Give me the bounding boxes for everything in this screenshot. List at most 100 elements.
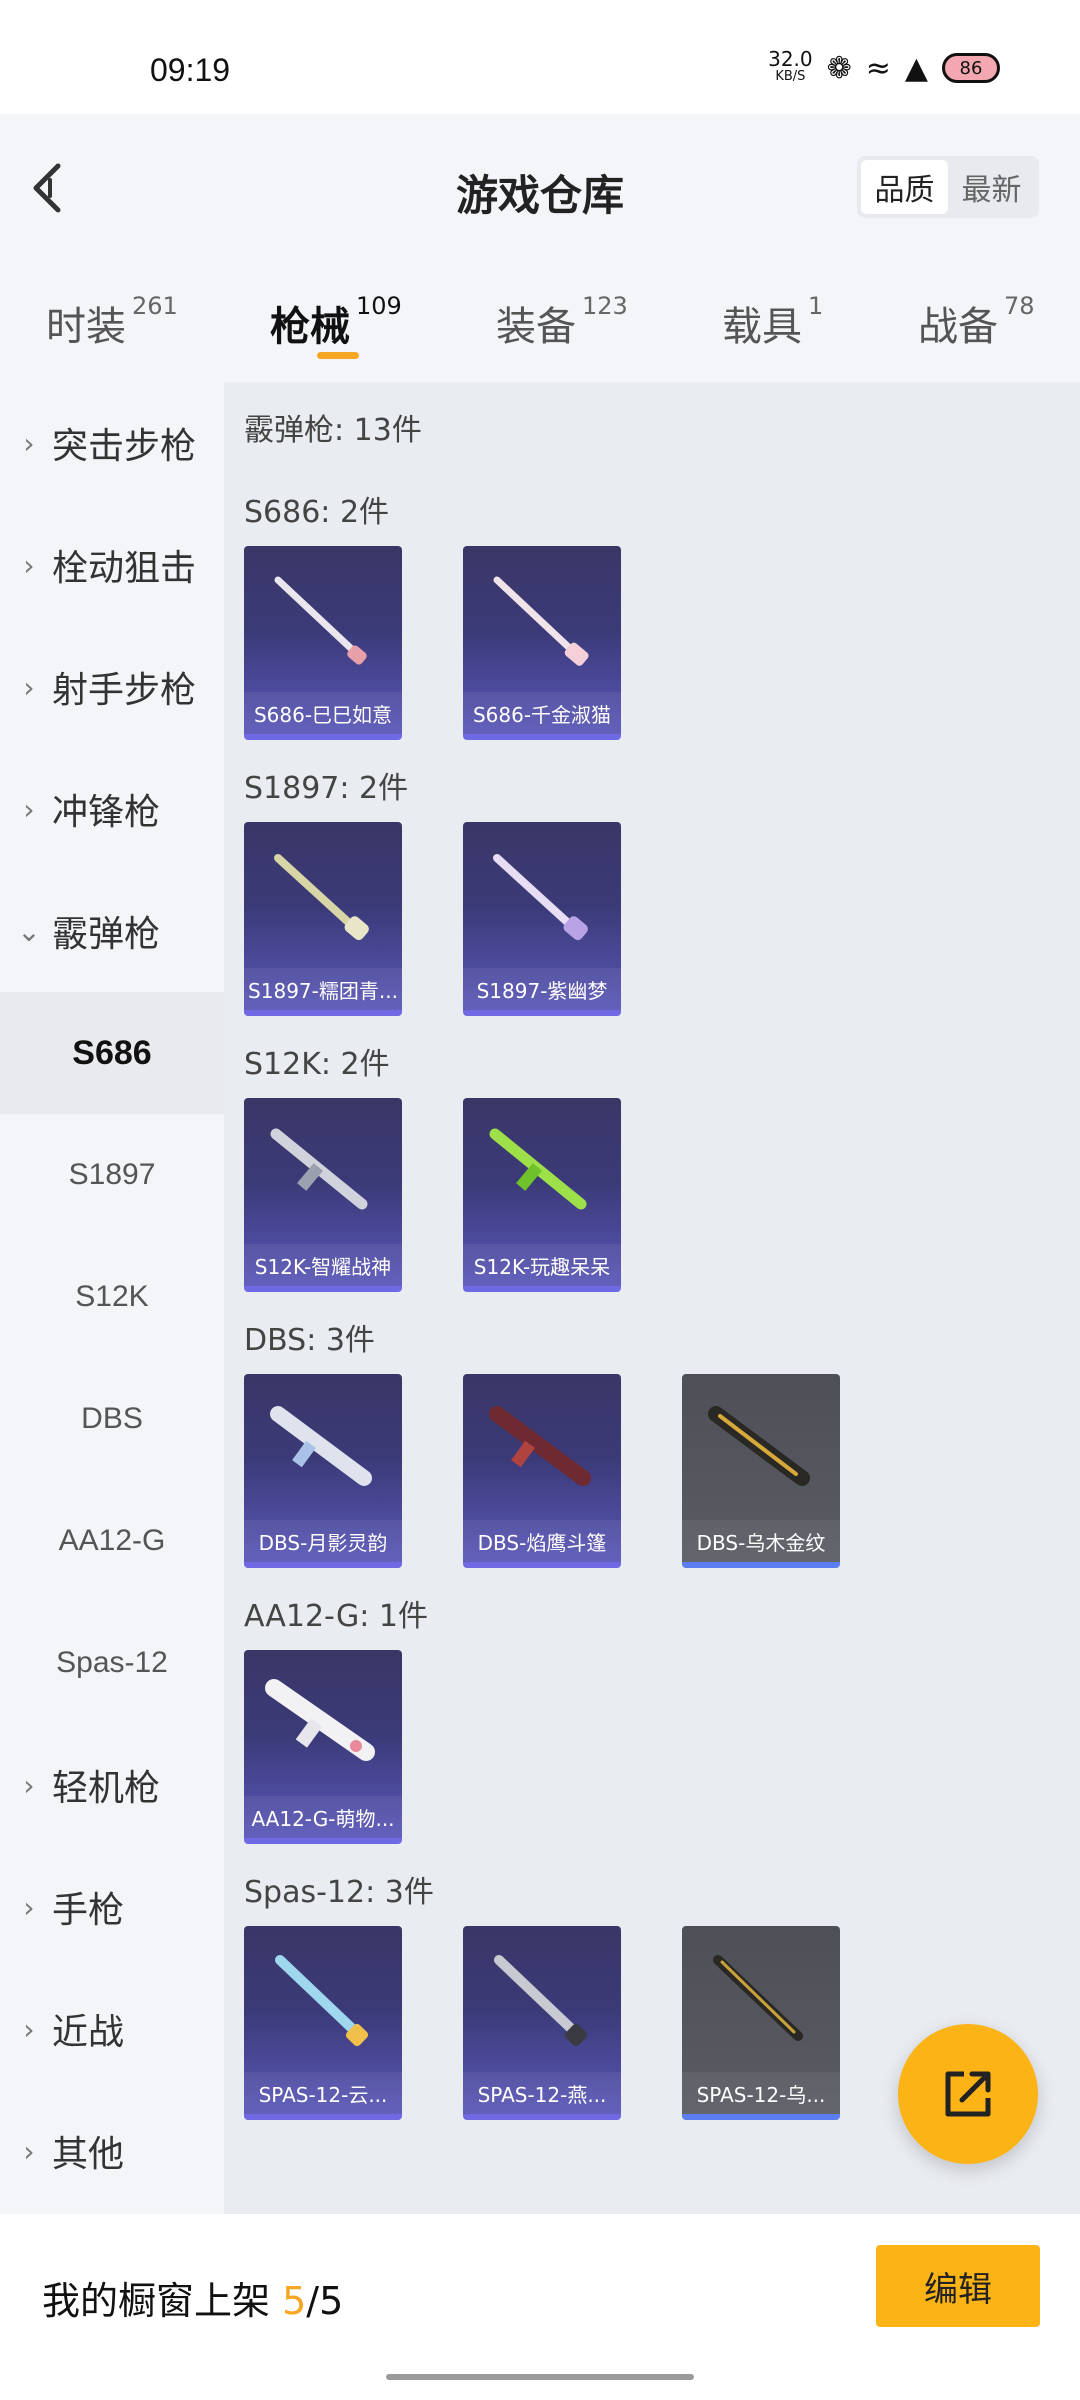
weapon-icon bbox=[270, 1406, 372, 1486]
tab-count: 78 bbox=[1004, 292, 1035, 320]
network-speed-value: 32.0 bbox=[768, 47, 813, 71]
weapon-name: S686-巳巳如意 bbox=[244, 692, 402, 734]
tab-fashion[interactable]: 时装 261 bbox=[46, 292, 178, 352]
sidebar-item-smg[interactable]: › 冲锋枪 bbox=[0, 748, 224, 870]
tab-label: 装备 bbox=[496, 304, 576, 350]
category-summary: 霰弹枪: 13件 bbox=[244, 413, 422, 448]
weapon-card[interactable]: SPAS-12-云... bbox=[244, 1926, 402, 2120]
weapon-name: SPAS-12-燕... bbox=[463, 2072, 621, 2114]
sort-toggle: 品质 最新 bbox=[857, 156, 1039, 218]
sidebar-item-label: 射手步枪 bbox=[52, 670, 197, 711]
status-time: 09:19 bbox=[150, 52, 231, 88]
weapon-icon bbox=[708, 1406, 810, 1486]
weapon-card[interactable]: DBS-月影灵韵 bbox=[244, 1374, 402, 1568]
bluetooth-icon: ❁ bbox=[826, 50, 852, 86]
battery-level: 86 bbox=[959, 57, 983, 79]
group-label: S686: 2件 bbox=[244, 495, 390, 530]
weapon-name: DBS-乌木金纹 bbox=[682, 1520, 840, 1562]
sidebar-item-other[interactable]: › 其他 bbox=[0, 2090, 224, 2212]
group-label: DBS: 3件 bbox=[244, 1323, 375, 1358]
sidebar-sub-s12k[interactable]: S12K bbox=[0, 1236, 224, 1358]
chevron-right-icon: › bbox=[23, 426, 35, 460]
sidebar-item-label: 其他 bbox=[52, 2134, 125, 2175]
tab-count: 261 bbox=[132, 292, 178, 320]
status-bar: 09:19 32.0 KB/S ❁ ≈ ▲ 86 bbox=[0, 0, 1080, 114]
chevron-right-icon: › bbox=[23, 670, 35, 704]
tab-vehicles[interactable]: 载具 1 bbox=[722, 292, 824, 352]
weapon-name: SPAS-12-云... bbox=[244, 2072, 402, 2114]
weapon-card[interactable]: S1897-紫幽梦 bbox=[463, 822, 621, 1016]
tab-count: 1 bbox=[808, 292, 824, 320]
sidebar-item-label: 手枪 bbox=[52, 1890, 125, 1931]
weapon-card[interactable]: SPAS-12-乌... bbox=[682, 1926, 840, 2120]
weapon-card[interactable]: AA12-G-萌物... bbox=[244, 1650, 402, 1844]
weapon-card[interactable]: S1897-糯团青... bbox=[244, 822, 402, 1016]
chevron-right-icon: › bbox=[23, 2134, 35, 2168]
sidebar-item-lmg[interactable]: › 轻机枪 bbox=[0, 1724, 224, 1846]
sidebar-item-melee[interactable]: › 近战 bbox=[0, 1968, 224, 2090]
weapon-card[interactable]: S686-千金淑猫 bbox=[463, 546, 621, 740]
sort-latest-button[interactable]: 最新 bbox=[948, 160, 1035, 214]
signal-icon: ▲ bbox=[904, 50, 928, 86]
sidebar-item-bolt-sniper[interactable]: › 栓动狙击 bbox=[0, 504, 224, 626]
weapon-card[interactable]: S12K-智耀战神 bbox=[244, 1098, 402, 1292]
group-label: S12K: 2件 bbox=[244, 1047, 390, 1082]
tab-equipment[interactable]: 装备 123 bbox=[496, 292, 628, 352]
sidebar-item-label: 栓动狙击 bbox=[52, 548, 197, 589]
weapon-card[interactable]: S12K-玩趣呆呆 bbox=[463, 1098, 621, 1292]
tab-supplies[interactable]: 战备 78 bbox=[918, 292, 1035, 352]
sidebar-item-shotgun[interactable]: ⌄ 霰弹枪 bbox=[0, 870, 224, 992]
sidebar-item-marksman-rifle[interactable]: › 射手步枪 bbox=[0, 626, 224, 748]
weapon-name: S1897-紫幽梦 bbox=[463, 968, 621, 1010]
weapon-card[interactable]: DBS-乌木金纹 bbox=[682, 1374, 840, 1568]
battery-icon: 86 bbox=[942, 53, 1000, 83]
weapon-icon bbox=[493, 576, 589, 666]
sidebar-item-label: 突击步枪 bbox=[52, 426, 197, 467]
weapon-icon bbox=[274, 576, 367, 665]
sidebar-sub-aa12g[interactable]: AA12-G bbox=[0, 1480, 224, 1602]
home-indicator[interactable] bbox=[386, 2374, 694, 2380]
status-icons: 32.0 KB/S ❁ ≈ ▲ 86 bbox=[768, 47, 1000, 86]
weapon-icon bbox=[265, 1679, 375, 1761]
weapon-name: S1897-糯团青... bbox=[244, 968, 402, 1010]
category-tabs: 时装 261 枪械 109 装备 123 载具 1 战备 78 bbox=[0, 264, 1080, 382]
chevron-right-icon: › bbox=[23, 548, 35, 582]
edit-button[interactable]: 编辑 bbox=[876, 2245, 1040, 2327]
sort-quality-button[interactable]: 品质 bbox=[861, 160, 948, 214]
sidebar-sub-s1897[interactable]: S1897 bbox=[0, 1114, 224, 1236]
sidebar-sub-spas12[interactable]: Spas-12 bbox=[0, 1602, 224, 1724]
active-tab-indicator bbox=[317, 352, 359, 359]
network-speed-unit: KB/S bbox=[775, 69, 806, 84]
sidebar-item-assault-rifle[interactable]: › 突击步枪 bbox=[0, 382, 224, 504]
weapon-name: DBS-焰鹰斗篷 bbox=[463, 1520, 621, 1562]
weapon-icon bbox=[489, 1406, 591, 1486]
weapon-name: DBS-月影灵韵 bbox=[244, 1520, 402, 1562]
sidebar-item-label: 近战 bbox=[52, 2012, 125, 2053]
tab-guns[interactable]: 枪械 109 bbox=[270, 292, 402, 352]
weapon-icon bbox=[713, 1955, 803, 2041]
group-label: Spas-12: 3件 bbox=[244, 1875, 434, 1910]
chevron-right-icon: › bbox=[23, 2012, 35, 2046]
weapon-name: AA12-G-萌物... bbox=[244, 1796, 402, 1838]
sidebar-item-label: 轻机枪 bbox=[52, 1768, 161, 1809]
sidebar: › 突击步枪 › 栓动狙击 › 射手步枪 › 冲锋枪 ⌄ 霰弹枪 S686 S1… bbox=[0, 382, 224, 2214]
weapon-name: SPAS-12-乌... bbox=[682, 2072, 840, 2114]
sidebar-item-label: 冲锋枪 bbox=[52, 792, 161, 833]
chevron-right-icon: › bbox=[23, 1890, 35, 1924]
wifi-icon: ≈ bbox=[865, 50, 891, 86]
sidebar-sub-s686[interactable]: S686 bbox=[0, 992, 224, 1114]
weapon-name: S686-千金淑猫 bbox=[463, 692, 621, 734]
tab-count: 123 bbox=[582, 292, 628, 320]
weapon-icon bbox=[489, 1128, 587, 1210]
tab-label: 枪械 bbox=[270, 304, 350, 350]
sidebar-item-pistol[interactable]: › 手枪 bbox=[0, 1846, 224, 1968]
share-button[interactable] bbox=[898, 2024, 1038, 2164]
network-speed: 32.0 KB/S bbox=[768, 47, 813, 86]
weapon-card[interactable]: S686-巳巳如意 bbox=[244, 546, 402, 740]
group-label: AA12-G: 1件 bbox=[244, 1599, 428, 1634]
weapon-card[interactable]: SPAS-12-燕... bbox=[463, 1926, 621, 2120]
weapon-icon bbox=[275, 1955, 369, 2047]
sidebar-sub-dbs[interactable]: DBS bbox=[0, 1358, 224, 1480]
weapon-card[interactable]: DBS-焰鹰斗篷 bbox=[463, 1374, 621, 1568]
chevron-down-icon: ⌄ bbox=[17, 914, 41, 948]
